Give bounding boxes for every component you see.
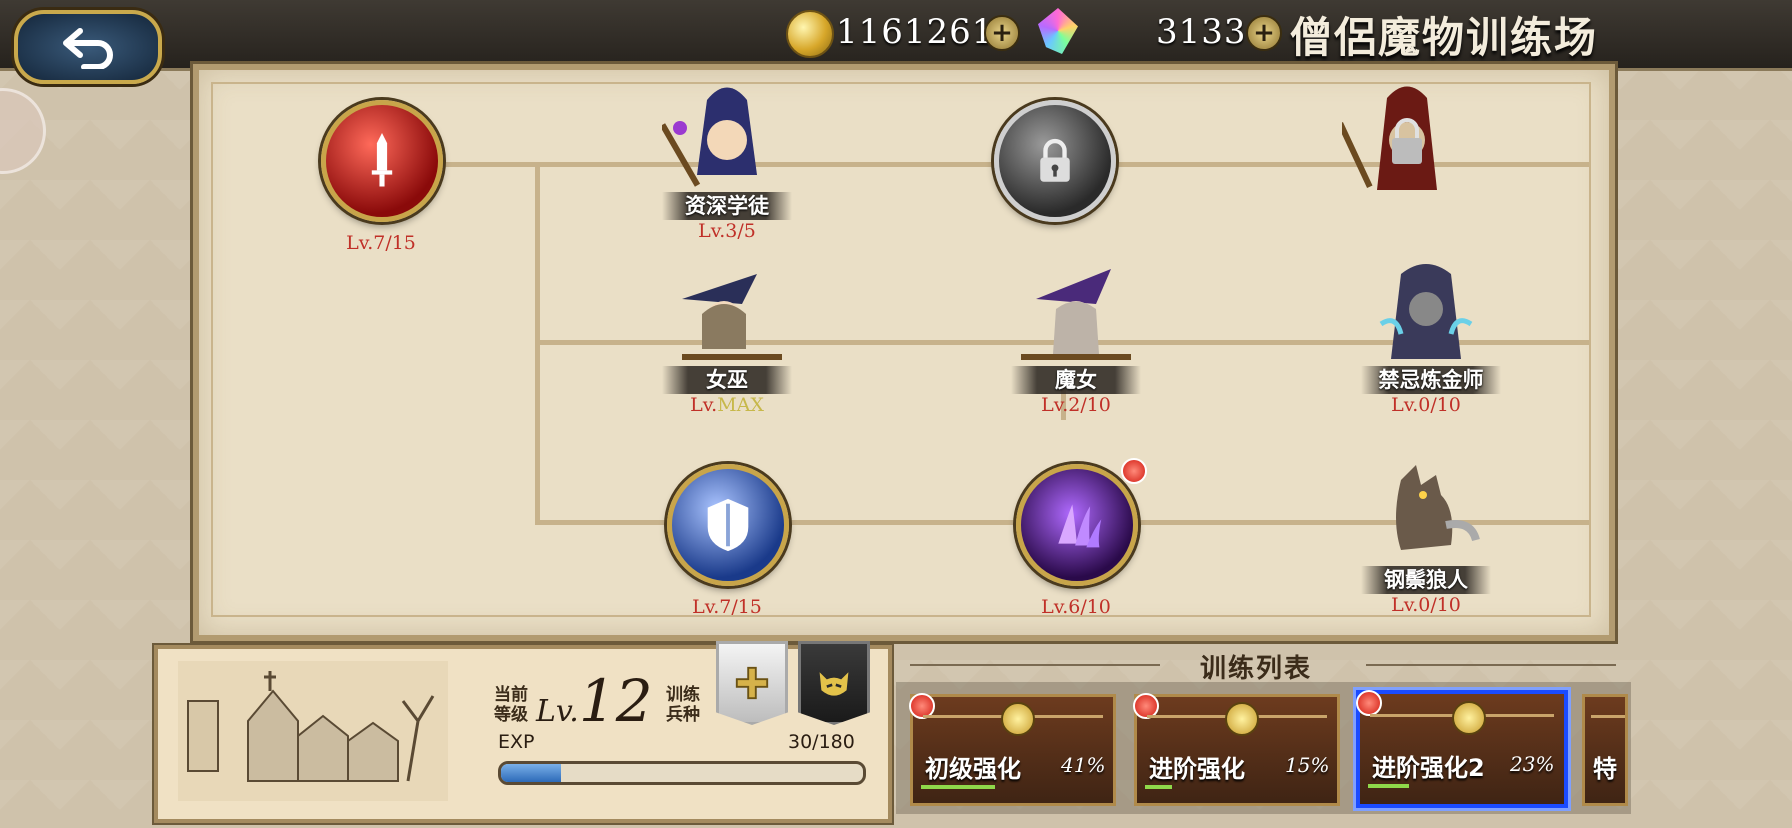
priest-class-banner[interactable] <box>716 641 788 725</box>
node-level: Lv.7/15 <box>692 596 762 618</box>
node-level: Lv.3/5 <box>698 220 756 242</box>
notification-dot <box>1121 458 1147 484</box>
monster-class-banner[interactable] <box>798 641 870 725</box>
current-level-value: Lv.12 <box>536 667 653 735</box>
level-max-label: MAX <box>717 394 764 416</box>
exp-progress-bar <box>498 761 866 785</box>
node-level: Lv.0/10 <box>1391 394 1461 416</box>
sword-icon[interactable] <box>321 100 443 222</box>
church-illustration <box>178 661 448 801</box>
training-card[interactable]: 进阶强化 15% <box>1133 693 1340 806</box>
card-rail <box>1591 715 1625 718</box>
training-progress <box>1368 784 1409 788</box>
side-menu-button[interactable] <box>0 88 46 174</box>
training-card-selected[interactable]: 进阶强化2 23% <box>1356 690 1568 808</box>
skill-node-locked[interactable] <box>974 100 1134 222</box>
locked-character[interactable] <box>1342 80 1472 210</box>
forbidden-alchemist-character[interactable] <box>1361 254 1491 384</box>
node-level: Lv.MAX <box>690 394 764 416</box>
page-title: 僧侶魔物训练场 <box>1290 13 1599 62</box>
skill-node-locked-character[interactable] <box>1327 80 1487 210</box>
training-percent: 15% <box>1285 753 1330 777</box>
current-level-label: 当前 等级 <box>494 685 528 725</box>
skill-node-dark-claw[interactable]: Lv.6/10 <box>996 458 1156 618</box>
sorceress-character[interactable] <box>1011 254 1141 384</box>
skill-node-shield[interactable]: Lv.7/15 <box>647 464 807 618</box>
troop-info-panel: 当前 等级 Lv.12 训练 兵种 EXP 30/180 <box>154 641 892 823</box>
skill-node-senior-apprentice[interactable]: 资深学徒 Lv.3/5 <box>647 80 807 242</box>
exp-label: EXP <box>498 731 535 753</box>
divider <box>1366 664 1616 666</box>
senior-apprentice-character[interactable] <box>662 80 792 210</box>
training-progress <box>1145 785 1172 789</box>
add-gold-button[interactable]: + <box>984 15 1020 51</box>
card-knob-icon <box>1225 702 1259 736</box>
training-percent: 23% <box>1510 752 1555 776</box>
training-list: 初级强化 41% 进阶强化 15% 进阶强化2 23% 特 <box>896 682 1631 814</box>
demon-face-icon <box>819 672 849 696</box>
card-knob-icon <box>1001 702 1035 736</box>
exp-value: 30/180 <box>788 731 855 753</box>
gem-icon <box>1038 8 1078 54</box>
notification-dot <box>1356 690 1382 716</box>
top-bar: 11612611 + 3133 + 僧侶魔物训练场 <box>0 0 1792 84</box>
training-name: 特 <box>1593 755 1617 783</box>
skill-node-sorceress[interactable]: 魔女 Lv.2/10 <box>996 254 1156 416</box>
training-list-title: 训练列表 <box>1200 654 1313 684</box>
skill-tree-board: Lv.7/15 资深学徒 Lv.3/5 女巫 Lv.MAX 魔女 Lv.2/10 <box>193 64 1615 641</box>
node-level: Lv.6/10 <box>1041 596 1111 618</box>
exp-progress-fill <box>501 764 562 782</box>
witch-character[interactable] <box>662 254 792 384</box>
skill-node-sword[interactable]: Lv.7/15 <box>301 100 461 254</box>
training-card[interactable]: 初级强化 41% <box>909 693 1116 806</box>
node-level: Lv.7/15 <box>346 232 416 254</box>
training-percent: 41% <box>1061 753 1106 777</box>
cross-icon <box>735 666 769 700</box>
training-progress <box>921 785 995 789</box>
skill-node-steel-werewolf[interactable]: 钢鬃狼人 Lv.0/10 <box>1346 450 1506 616</box>
node-name: 禁忌炼金师 <box>1361 366 1501 394</box>
training-name: 初级强化 <box>925 755 1021 783</box>
skill-node-witch[interactable]: 女巫 Lv.MAX <box>647 254 807 416</box>
training-name: 进阶强化 <box>1149 755 1245 783</box>
skill-node-forbidden-alchemist[interactable]: 禁忌炼金师 Lv.0/10 <box>1346 254 1506 416</box>
steel-werewolf-character[interactable] <box>1361 450 1491 580</box>
add-gem-button[interactable]: + <box>1246 15 1282 51</box>
divider <box>910 664 1160 666</box>
return-arrow-icon <box>63 28 113 69</box>
locked-icon[interactable] <box>994 100 1116 222</box>
shield-icon[interactable] <box>667 464 789 586</box>
training-name: 进阶强化2 <box>1372 754 1485 782</box>
training-card-partial[interactable]: 特 <box>1582 694 1628 806</box>
node-level: Lv.2/10 <box>1041 394 1111 416</box>
dark-claw-icon[interactable] <box>1016 464 1138 586</box>
training-troop-label: 训练 兵种 <box>666 685 700 725</box>
gem-amount: 3133 <box>1156 12 1247 52</box>
gold-coin-icon <box>786 10 834 58</box>
node-level: Lv.0/10 <box>1391 594 1461 616</box>
training-list-header: 训练列表 <box>900 652 1628 684</box>
back-button[interactable] <box>14 10 162 84</box>
card-knob-icon <box>1452 701 1486 735</box>
